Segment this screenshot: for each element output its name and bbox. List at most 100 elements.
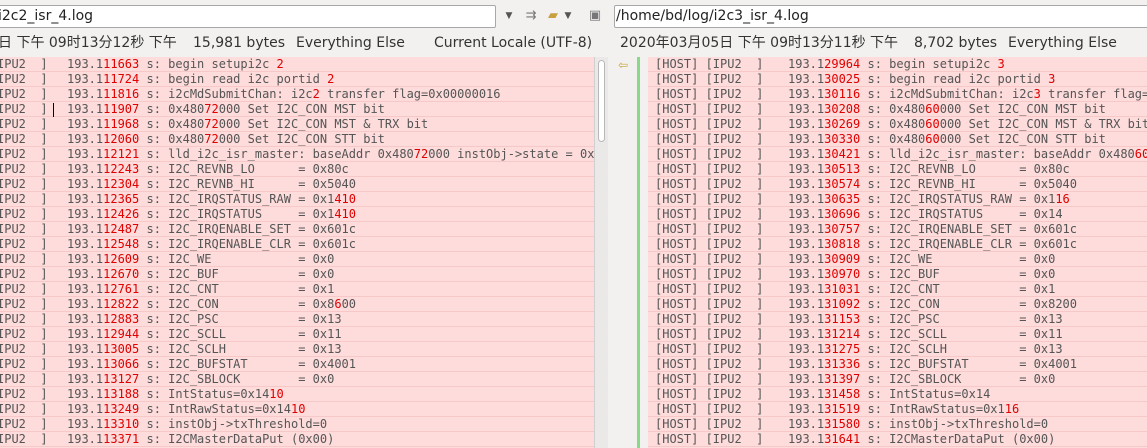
log-line-text: 193.113005 s: I2C_SCLH = 0x13 [67, 342, 342, 356]
log-line[interactable]: IPU2 ] 193.112243 s: I2C_REVNB_LO = 0x80c [0, 162, 594, 177]
log-line[interactable]: [HOST] [IPU2 ] 193.131580 s: instObj->txT… [648, 417, 1147, 432]
left-file-path-input[interactable]: i2c2_isr_4.log [0, 5, 496, 28]
chevron-down-icon: ▼ [564, 11, 572, 21]
log-line[interactable]: [HOST] [IPU2 ] 193.131397 s: I2C_SBLOCK =… [648, 372, 1147, 387]
log-line-text: 193.112243 s: I2C_REVNB_LO = 0x80c [67, 162, 349, 176]
log-line-prefix: IPU2 ] [0, 267, 48, 281]
log-line-prefix: [HOST] [IPU2 ] [655, 372, 764, 386]
log-line[interactable]: IPU2 ] 193.112883 s: I2C_PSC = 0x13 [0, 312, 594, 327]
log-line[interactable]: IPU2 ] 193.111968 s: 0x48072000 Set I2C_C… [0, 117, 594, 132]
log-line-text: 193.130116 s: i2cMdSubmitChan: i2c3 tran… [788, 87, 1147, 101]
log-line[interactable]: [HOST] [IPU2 ] 193.131092 s: I2C_CON = 0x… [648, 297, 1147, 312]
folder-open-icon[interactable]: ▰ [544, 7, 562, 25]
left-locale-dropdown[interactable]: Current Locale (UTF-8) [434, 32, 592, 55]
log-line[interactable]: [HOST] [IPU2 ] 193.130330 s: 0x48060000 S… [648, 132, 1147, 147]
log-line[interactable]: [HOST] [IPU2 ] 193.130818 s: I2C_IRQENABL… [648, 237, 1147, 252]
log-line[interactable]: IPU2 ] 193.112426 s: I2C_IRQSTATUS = 0x14… [0, 207, 594, 222]
log-line[interactable]: [HOST] [IPU2 ] 193.130513 s: I2C_REVNB_LO… [648, 162, 1147, 177]
right-file-path-input[interactable]: /home/bd/log/i2c3_isr_4.log [614, 5, 1147, 28]
right-filter-dropdown[interactable]: Everything Else [1008, 32, 1117, 55]
log-line[interactable]: [HOST] [IPU2 ] 193.130208 s: 0x48060000 S… [648, 102, 1147, 117]
log-line-prefix: IPU2 ] [0, 57, 48, 71]
log-line-text: 193.112487 s: I2C_IRQENABLE_SET = 0x601c [67, 222, 356, 236]
copy-icon[interactable]: ⇉ [522, 7, 540, 25]
log-line-prefix: [HOST] [IPU2 ] [655, 387, 764, 401]
log-line[interactable]: [HOST] [IPU2 ] 193.130635 s: I2C_IRQSTATU… [648, 192, 1147, 207]
log-line[interactable]: [HOST] [IPU2 ] 193.130757 s: I2C_IRQENABL… [648, 222, 1147, 237]
log-line[interactable]: IPU2 ] 193.112822 s: I2C_CON = 0x8600 [0, 297, 594, 312]
log-line-text: 193.130696 s: I2C_IRQSTATUS = 0x14 [788, 207, 1063, 221]
log-line-prefix: [HOST] [IPU2 ] [655, 252, 764, 266]
log-line[interactable]: [HOST] [IPU2 ] 193.130909 s: I2C_WE = 0x0 [648, 252, 1147, 267]
right-diff-pane[interactable]: [HOST] [IPU2 ] 193.129964 s: begin setupi… [648, 57, 1147, 448]
log-line[interactable]: IPU2 ] 193.113371 s: I2CMasterDataPut (0x… [0, 432, 594, 447]
log-line[interactable]: IPU2 ] 193.111663 s: begin setupi2c 2 [0, 57, 594, 72]
log-line-prefix: [HOST] [IPU2 ] [655, 117, 764, 131]
log-line-text: 193.131458 s: IntStatus=0x14 [788, 387, 991, 401]
text-cursor [53, 103, 54, 117]
log-line-text: 193.130025 s: begin read i2c portid 3 [788, 72, 1056, 86]
log-line[interactable]: [HOST] [IPU2 ] 193.131153 s: I2C_PSC = 0x… [648, 312, 1147, 327]
log-line[interactable]: IPU2 ] 193.112121 s: lld_i2c_isr_master: … [0, 147, 594, 162]
log-line[interactable]: IPU2 ] 193.112944 s: I2C_SCLL = 0x11 [0, 327, 594, 342]
log-line-prefix: IPU2 ] [0, 402, 48, 416]
log-line[interactable]: IPU2 ] 193.111907 s: 0x48072000 Set I2C_C… [0, 102, 594, 117]
log-line[interactable]: IPU2 ] 193.113310 s: instObj->txThreshold… [0, 417, 594, 432]
log-line-prefix: [HOST] [IPU2 ] [655, 177, 764, 191]
log-line-prefix: IPU2 ] [0, 117, 48, 131]
log-line[interactable]: [HOST] [IPU2 ] 193.130421 s: lld_i2c_isr_… [648, 147, 1147, 162]
log-line-prefix: [HOST] [IPU2 ] [655, 267, 764, 281]
log-line[interactable]: [HOST] [IPU2 ] 193.130970 s: I2C_BUF = 0x… [648, 267, 1147, 282]
open-dropdown[interactable]: ▼ [562, 5, 574, 28]
log-line-text: 193.113249 s: IntRawStatus=0x1410 [67, 402, 306, 416]
log-line[interactable]: IPU2 ] 193.113005 s: I2C_SCLH = 0x13 [0, 342, 594, 357]
arrow-left-icon[interactable]: ⇦ [618, 59, 632, 71]
log-line[interactable]: IPU2 ] 193.113127 s: I2C_SBLOCK = 0x0 [0, 372, 594, 387]
log-line-prefix: [HOST] [IPU2 ] [655, 132, 764, 146]
log-line[interactable]: [HOST] [IPU2 ] 193.130116 s: i2cMdSubmitC… [648, 87, 1147, 102]
log-line[interactable]: IPU2 ] 193.112304 s: I2C_REVNB_HI = 0x504… [0, 177, 594, 192]
left-scrollbar-thumb[interactable] [598, 60, 605, 142]
log-line[interactable]: [HOST] [IPU2 ] 193.130696 s: I2C_IRQSTATU… [648, 207, 1147, 222]
log-line[interactable]: [HOST] [IPU2 ] 193.131458 s: IntStatus=0x… [648, 387, 1147, 402]
log-line-prefix: [HOST] [IPU2 ] [655, 72, 764, 86]
log-line[interactable]: IPU2 ] 193.112548 s: I2C_IRQENABLE_CLR = … [0, 237, 594, 252]
log-line[interactable]: IPU2 ] 193.113249 s: IntRawStatus=0x1410 [0, 402, 594, 417]
left-path-dropdown[interactable]: ▼ [499, 5, 519, 28]
log-line-prefix: [HOST] [IPU2 ] [655, 327, 764, 341]
right-file-size: 8,702 bytes [914, 35, 998, 51]
log-line[interactable]: IPU2 ] 193.111724 s: begin read i2c porti… [0, 72, 594, 87]
log-line-text: 193.112609 s: I2C_WE = 0x0 [67, 252, 335, 266]
log-line[interactable]: [HOST] [IPU2 ] 193.131336 s: I2C_BUFSTAT … [648, 357, 1147, 372]
log-line-text: 193.129964 s: begin setupi2c 3 [788, 57, 1005, 71]
log-line-text: 193.113371 s: I2CMasterDataPut (0x00) [67, 432, 335, 446]
file-info-bar: 日 下午 09时13分12秒 下午 15,981 bytes Everythin… [0, 32, 1147, 55]
log-line[interactable]: IPU2 ] 193.112487 s: I2C_IRQENABLE_SET = … [0, 222, 594, 237]
log-line[interactable]: IPU2 ] 193.112609 s: I2C_WE = 0x0 [0, 252, 594, 267]
save-icon[interactable]: ▣ [586, 7, 604, 25]
log-line[interactable]: [HOST] [IPU2 ] 193.131641 s: I2CMasterDat… [648, 432, 1147, 447]
log-line[interactable]: IPU2 ] 193.113188 s: IntStatus=0x1410 [0, 387, 594, 402]
file-toolbar: i2c2_isr_4.log ▼ ⇉ ▰ ▼ ▣ /home/bd/log/i2… [0, 0, 1147, 32]
log-line[interactable]: [HOST] [IPU2 ] 193.131275 s: I2C_SCLH = 0… [648, 342, 1147, 357]
left-diff-pane[interactable]: IPU2 ] 193.111663 s: begin setupi2c 2 IPU2… [0, 57, 594, 448]
log-line[interactable]: [HOST] [IPU2 ] 193.130269 s: 0x48060000 S… [648, 117, 1147, 132]
log-line[interactable]: [HOST] [IPU2 ] 193.131519 s: IntRawStatus… [648, 402, 1147, 417]
log-line[interactable]: [HOST] [IPU2 ] 193.131031 s: I2C_CNT = 0x… [648, 282, 1147, 297]
log-line[interactable]: IPU2 ] 193.112670 s: I2C_BUF = 0x0 [0, 267, 594, 282]
left-scrollbar[interactable] [594, 57, 608, 448]
log-line[interactable]: IPU2 ] 193.112060 s: 0x48072000 Set I2C_C… [0, 132, 594, 147]
log-line-text: 193.112548 s: I2C_IRQENABLE_CLR = 0x601c [67, 237, 356, 251]
left-filter-dropdown[interactable]: Everything Else [296, 32, 405, 55]
log-line[interactable]: IPU2 ] 193.111816 s: i2cMdSubmitChan: i2c… [0, 87, 594, 102]
log-line[interactable]: IPU2 ] 193.112761 s: I2C_CNT = 0x1 [0, 282, 594, 297]
log-line[interactable]: [HOST] [IPU2 ] 193.129964 s: begin setupi… [648, 57, 1147, 72]
log-line-prefix: IPU2 ] [0, 252, 48, 266]
log-line[interactable]: IPU2 ] 193.113066 s: I2C_BUFSTAT = 0x4001 [0, 357, 594, 372]
log-line[interactable]: IPU2 ] 193.112365 s: I2C_IRQSTATUS_RAW = … [0, 192, 594, 207]
log-line[interactable]: [HOST] [IPU2 ] 193.130574 s: I2C_REVNB_HI… [648, 177, 1147, 192]
log-line-text: 193.131641 s: I2CMasterDataPut (0x00) [788, 432, 1056, 446]
log-line-text: 193.130330 s: 0x48060000 Set I2C_CON STT… [788, 132, 1106, 146]
log-line[interactable]: [HOST] [IPU2 ] 193.131214 s: I2C_SCLL = 0… [648, 327, 1147, 342]
log-line[interactable]: [HOST] [IPU2 ] 193.130025 s: begin read i… [648, 72, 1147, 87]
